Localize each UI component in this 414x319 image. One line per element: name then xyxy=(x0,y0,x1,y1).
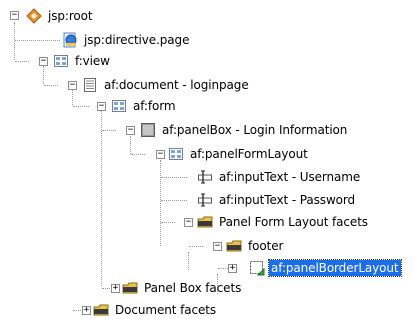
input-text-icon xyxy=(197,192,213,208)
tree-node-document-facets[interactable]: Document facets xyxy=(93,301,218,319)
tree-guide xyxy=(130,136,131,154)
node-label: Document facets xyxy=(115,303,216,317)
tree-node-af-panelborderlayout[interactable]: af:panelBorderLayout xyxy=(249,259,402,277)
tree-connector xyxy=(15,61,29,62)
tree-connector xyxy=(44,85,58,86)
tree-node-af-document[interactable]: af:document - loginpage xyxy=(82,76,251,94)
tree-node-af-form[interactable]: af:form xyxy=(111,97,177,115)
structure-tree[interactable]: − − − − − − − − + + + jsp:root jsp:direc… xyxy=(0,0,414,318)
node-label: Panel Form Layout facets xyxy=(219,215,368,229)
collapse-toggle[interactable]: − xyxy=(126,126,135,135)
tree-guide xyxy=(188,252,189,270)
directive-page-icon xyxy=(62,32,78,48)
tree-connector xyxy=(73,106,89,107)
grid-component-icon xyxy=(53,53,69,69)
node-label: f:view xyxy=(75,54,110,68)
document-icon xyxy=(82,77,98,93)
grid-component-icon xyxy=(168,146,184,162)
tree-node-inputtext-password[interactable]: af:inputText - Password xyxy=(197,191,357,209)
node-label: af:form xyxy=(133,99,176,113)
node-label: af:panelBox - Login Information xyxy=(162,123,348,137)
tree-connector xyxy=(15,40,60,41)
collapse-toggle[interactable]: − xyxy=(10,11,19,20)
collapse-toggle[interactable]: − xyxy=(39,57,48,66)
panel-border-layout-icon xyxy=(249,260,265,276)
tree-guide xyxy=(160,160,161,246)
node-label: af:panelFormLayout xyxy=(190,147,308,161)
node-label: footer xyxy=(248,239,284,253)
tree-node-directive-page[interactable]: jsp:directive.page xyxy=(62,31,191,49)
expand-toggle[interactable]: + xyxy=(228,264,237,273)
collapse-toggle[interactable]: − xyxy=(213,242,222,251)
tree-node-inputtext-username[interactable]: af:inputText - Username xyxy=(197,168,362,186)
node-label: Panel Box facets xyxy=(144,281,242,295)
node-label: af:panelBorderLayout xyxy=(268,259,402,277)
tree-connector xyxy=(131,154,145,155)
facet-folder-icon xyxy=(93,302,109,318)
node-label: jsp:directive.page xyxy=(84,33,190,47)
tree-node-f-view[interactable]: f:view xyxy=(53,52,112,70)
node-label: af:document - loginpage xyxy=(104,78,249,92)
tree-guide xyxy=(101,110,102,286)
tree-node-panelformlayout-facets[interactable]: Panel Form Layout facets xyxy=(197,213,370,231)
tree-node-af-panelformlayout[interactable]: af:panelFormLayout xyxy=(168,145,310,163)
panel-box-icon xyxy=(140,122,156,138)
tree-guide xyxy=(43,66,44,84)
jsp-root-icon xyxy=(26,8,42,24)
expand-toggle[interactable]: + xyxy=(82,306,91,315)
tree-connector xyxy=(161,177,187,178)
tree-node-footer[interactable]: footer xyxy=(226,237,285,255)
tree-connector xyxy=(161,222,175,223)
collapse-toggle[interactable]: − xyxy=(97,102,106,111)
collapse-toggle[interactable]: − xyxy=(184,218,193,227)
tree-node-panelbox-facets[interactable]: Panel Box facets xyxy=(122,279,243,297)
collapse-toggle[interactable]: − xyxy=(156,150,165,159)
collapse-toggle[interactable]: − xyxy=(68,81,77,90)
facet-folder-icon xyxy=(197,214,213,230)
node-label: af:inputText - Password xyxy=(219,193,356,207)
tree-guide xyxy=(72,90,73,105)
input-text-icon xyxy=(197,169,213,185)
facet-folder-icon xyxy=(122,280,138,296)
node-label: jsp:root xyxy=(48,9,93,23)
tree-connector xyxy=(161,200,187,201)
tree-connector xyxy=(102,130,116,131)
tree-node-af-panelbox[interactable]: af:panelBox - Login Information xyxy=(140,121,349,139)
tree-node-jsp-root[interactable]: jsp:root xyxy=(26,7,95,25)
node-label: af:inputText - Username xyxy=(219,170,361,184)
facet-folder-icon xyxy=(226,238,242,254)
grid-component-icon xyxy=(111,98,127,114)
expand-toggle[interactable]: + xyxy=(111,284,120,293)
tree-connector xyxy=(189,246,203,247)
tree-guide xyxy=(14,22,15,60)
